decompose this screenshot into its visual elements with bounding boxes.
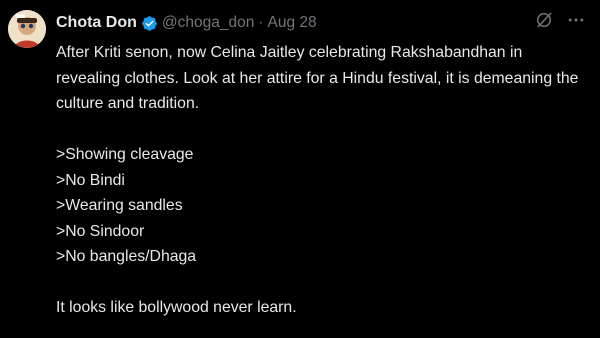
author-handle[interactable]: @choga_don: [162, 14, 254, 32]
tweet-point: >No Sindoor: [56, 222, 145, 240]
tweet-point: >Showing cleavage: [56, 146, 194, 163]
grok-icon[interactable]: [534, 10, 554, 30]
tweet-header: Chota Don @choga_don · Aug 28: [56, 12, 317, 34]
author-name[interactable]: Chota Don: [56, 14, 137, 32]
tweet-point: >No bangles/Dhaga: [56, 248, 197, 265]
tweet-closing-line: It looks like bollywood never learn.: [56, 299, 297, 316]
tweet-text: After Kriti senon, now Celina Jaitley ce…: [56, 40, 586, 321]
tweet-actions: [534, 10, 586, 30]
tweet-date[interactable]: Aug 28: [268, 14, 317, 32]
tweet-intro-paragraph: After Kriti senon, now Celina Jaitley ce…: [56, 44, 579, 112]
tweet-point: >Wearing sandles: [56, 197, 183, 214]
verified-badge-icon: [141, 15, 158, 32]
header-separator: ·: [258, 14, 264, 31]
more-options-icon[interactable]: [566, 10, 586, 30]
tweet-card[interactable]: Chota Don @choga_don · Aug 28 After Krit…: [0, 0, 600, 338]
tweet-point: >No Bindi: [56, 171, 125, 189]
avatar-icon: [8, 10, 46, 48]
author-avatar[interactable]: [8, 10, 46, 48]
